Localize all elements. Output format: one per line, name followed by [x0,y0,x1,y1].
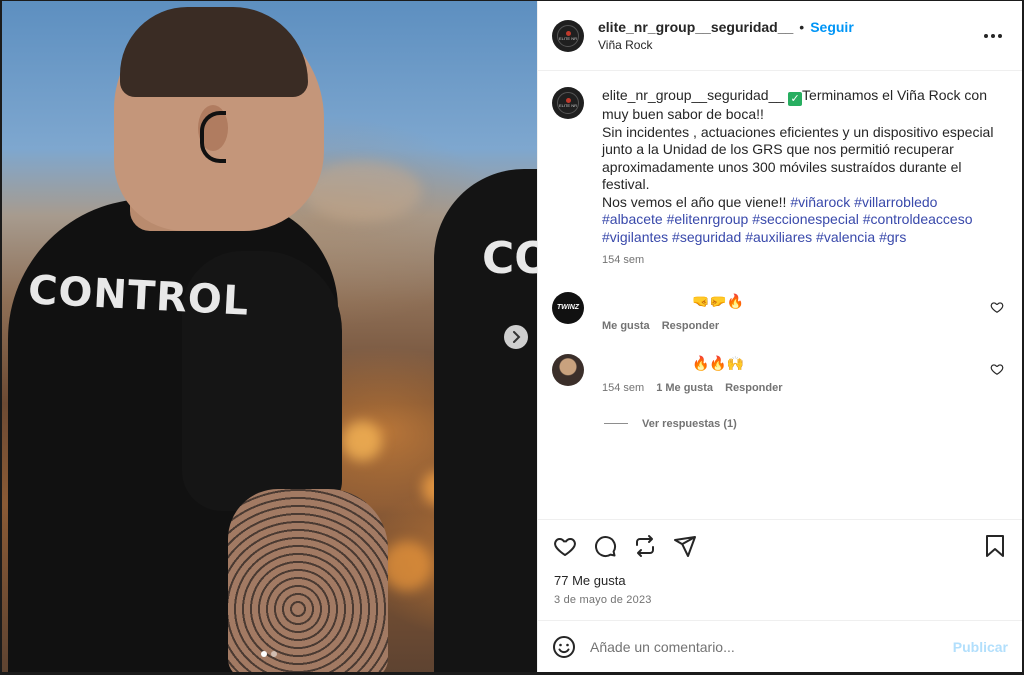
publish-button[interactable]: Publicar [953,639,1008,655]
bokeh-light [382,541,432,591]
reply-button[interactable]: Responder [662,320,719,332]
like-comment-heart-icon[interactable] [990,300,1004,314]
comment-likes[interactable]: Me gusta [602,320,650,332]
post-header: ELITE NR elite_nr_group__seguridad__ • S… [538,1,1022,71]
comment-body: 🔥🔥🙌 154 sem 1 Me gusta Responder [602,354,1008,394]
caption-line-3: Nos vemos el año que viene!! [602,193,787,210]
commenter-avatar[interactable] [552,353,584,386]
hashtag[interactable]: #auxiliares [745,229,812,245]
hashtag[interactable]: #elitenrgroup [667,211,749,227]
comment-time: 154 sem [602,381,645,394]
caption-time: 154 sem [602,254,645,266]
hashtag[interactable]: #valencia [816,229,875,245]
like-comment-heart-icon[interactable] [990,362,1004,376]
more-options-button[interactable] [978,24,1008,48]
comment-body: 🤜🤛🔥 Me gusta Responder [602,292,1008,332]
action-bar [538,519,1022,571]
tattooed-arm [228,489,388,672]
caption-username[interactable]: elite_nr_group__seguridad__ [602,87,784,103]
separator-dot: • [799,19,805,35]
bokeh-light [342,421,382,461]
repost-icon [636,534,654,557]
location-link[interactable]: Viña Rock [598,38,978,52]
view-replies-label: Ver respuestas (1) [642,417,737,430]
replies-divider [604,423,628,424]
share-button[interactable] [672,533,698,559]
heart-icon [554,537,576,556]
logo-text: ELITE NR [558,103,577,108]
repost-button[interactable] [632,533,658,559]
author-username[interactable]: elite_nr_group__seguridad__ [598,19,793,35]
shirt-print-text-2: CO [482,233,537,284]
comment-input[interactable] [590,638,953,655]
comment-text: 🔥🔥🙌 [692,354,745,371]
hashtag[interactable]: #viñarock [790,194,850,210]
emoji-icon[interactable] [552,635,576,659]
share-icon [674,535,696,557]
follow-button[interactable]: Seguir [810,19,854,35]
post-caption: ELITE NR elite_nr_group__seguridad__ ✓ Te… [552,87,1008,270]
commenter-avatar[interactable]: TWINZ [552,291,584,324]
next-image-button[interactable] [504,325,528,349]
more-horizontal-icon [984,33,1002,38]
author-info: elite_nr_group__seguridad__ • Seguir Viñ… [598,19,978,52]
view-replies-button[interactable]: Ver respuestas (1) [604,418,1008,430]
comment-item: TWINZ 🤜🤛🔥 Me gusta Responder [552,291,1008,332]
author-line: elite_nr_group__seguridad__ • Seguir [598,19,978,35]
comment-item: 🔥🔥🙌 154 sem 1 Me gusta Responder [552,353,1008,394]
likes-count[interactable]: 77 Me gusta [538,571,1022,588]
post-date: 3 de mayo de 2023 [554,594,652,606]
bookmark-icon [986,534,1004,557]
post-dialog: CONTROL CO ELITE NR elite_nr_group__segu… [2,1,1022,672]
reply-button[interactable]: Responder [725,382,782,394]
hashtag[interactable]: #seguridad [672,229,741,245]
comment-button[interactable] [592,533,618,559]
hashtag[interactable]: #controldeacceso [863,211,973,227]
hashtag[interactable]: #seccionespecial [752,211,859,227]
brand-logo: ELITE NR [557,24,579,47]
carousel-indicator [261,651,277,657]
comment-meta: Me gusta Responder [602,320,1008,332]
hashtag[interactable]: #grs [879,229,906,245]
comment-meta: 154 sem 1 Me gusta Responder [602,382,1008,394]
logo-dot [565,30,571,36]
post-image[interactable]: CONTROL CO [2,1,537,672]
comments-area[interactable]: ELITE NR elite_nr_group__seguridad__ ✓ Te… [538,71,1022,519]
caption-avatar[interactable]: ELITE NR [552,87,584,119]
caption-text: elite_nr_group__seguridad__ ✓ Terminamos … [602,87,1002,270]
hashtag[interactable]: #albacete [602,211,663,227]
like-button[interactable] [552,533,578,559]
save-button[interactable] [982,533,1008,559]
carousel-dot [271,651,277,657]
comment-icon [595,535,617,557]
carousel-dot [261,651,267,657]
logo-text: ELITE NR [558,35,577,41]
comment-text: 🤜🤛🔥 [692,292,745,309]
comment-likes[interactable]: 1 Me gusta [656,382,713,394]
person-hair [120,7,308,97]
check-emoji: ✓ [788,92,803,106]
earpiece [200,111,226,163]
brand-logo: ELITE NR [557,92,579,114]
hashtag[interactable]: #vigilantes [602,229,668,245]
author-avatar[interactable]: ELITE NR [552,19,584,52]
caption-line-2: Sin incidentes , actuaciones eficientes … [602,123,994,193]
comment-composer: Publicar [538,620,1022,672]
hashtag[interactable]: #villarrobledo [854,194,937,210]
post-side-panel: ELITE NR elite_nr_group__seguridad__ • S… [537,1,1022,672]
chevron-right-icon [513,331,521,343]
